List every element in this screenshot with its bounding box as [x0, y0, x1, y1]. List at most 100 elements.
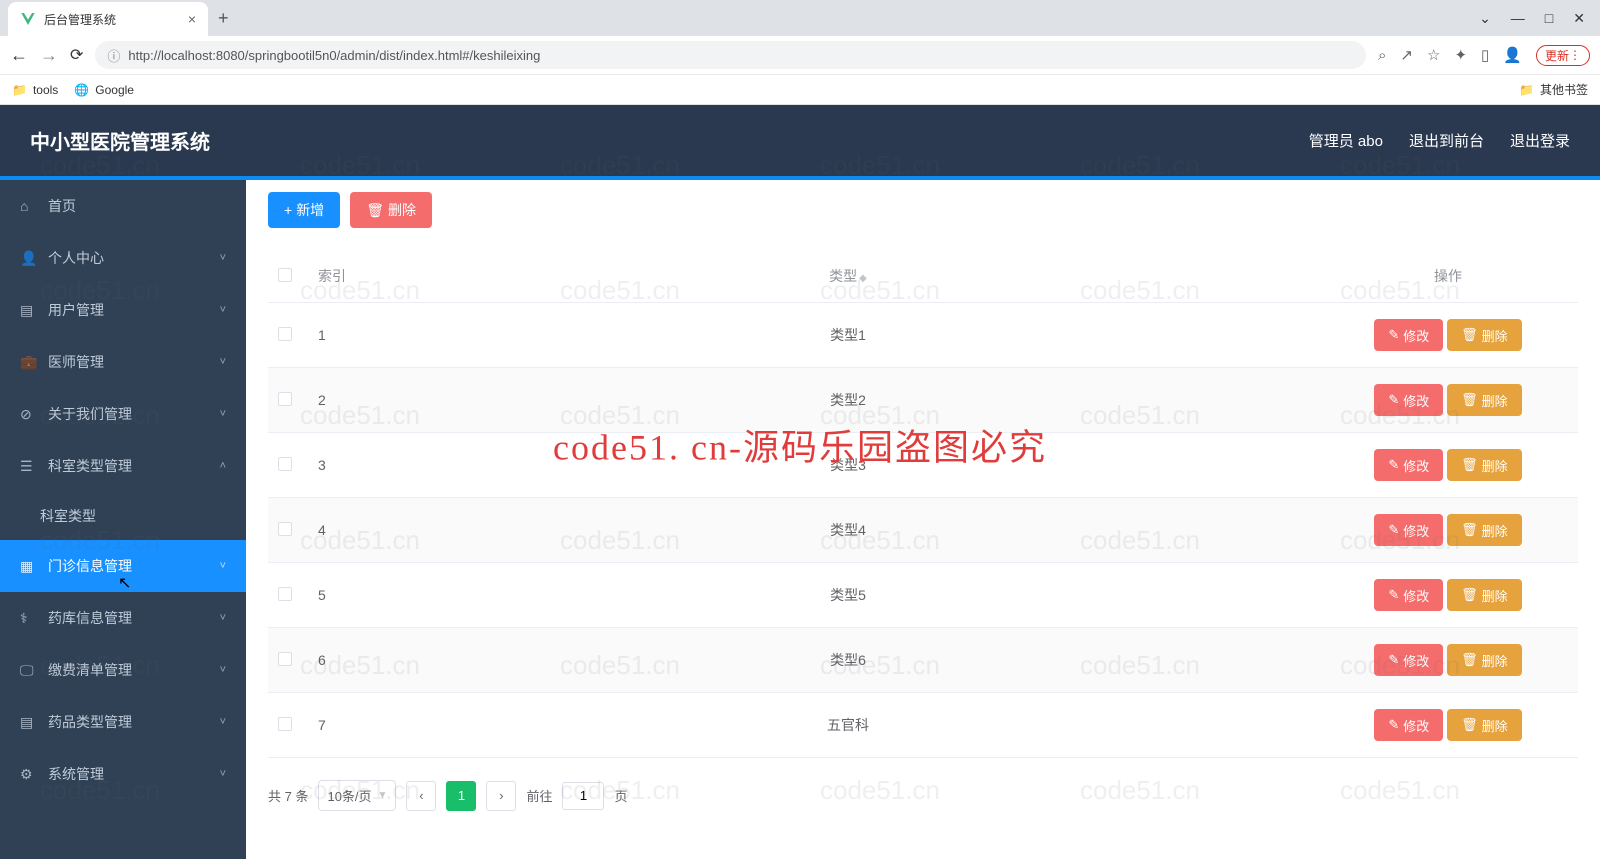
sidebar-item-缴费清单管理[interactable]: 🖵 缴费清单管理 ˅: [0, 644, 246, 696]
sidebar-item-首页[interactable]: ⌂ 首页: [0, 180, 246, 232]
sidebar-item-药库信息管理[interactable]: ⚕ 药库信息管理 ˅: [0, 592, 246, 644]
cell-index: 5: [308, 563, 378, 628]
share-icon[interactable]: ↗: [1400, 46, 1413, 64]
back-icon[interactable]: ←: [10, 45, 28, 66]
forward-icon: →: [40, 45, 58, 66]
sidebar-item-门诊信息管理[interactable]: ▦ 门诊信息管理 ˅: [0, 540, 246, 592]
chevron-down-icon: ˅: [220, 304, 226, 316]
close-icon[interactable]: ×: [188, 11, 196, 27]
chevron-up-icon: ˄: [220, 460, 226, 472]
bookmark-other[interactable]: 📁 其他书签: [1519, 81, 1588, 98]
info-icon[interactable]: ⓘ: [107, 46, 120, 65]
app-title: 中小型医院管理系统: [30, 126, 210, 155]
update-button[interactable]: 更新 ⋮: [1536, 45, 1590, 66]
cell-index: 6: [308, 628, 378, 693]
bars-icon: ▤: [20, 302, 36, 319]
row-checkbox[interactable]: [278, 522, 292, 536]
reload-icon[interactable]: ⟳: [70, 45, 83, 65]
row-checkbox[interactable]: [278, 392, 292, 406]
row-delete-button[interactable]: 🗑 删除: [1447, 644, 1522, 676]
table-row: 3 类型3 ✎ 修改 🗑 删除: [268, 433, 1578, 498]
sidebar-item-label: 药库信息管理: [48, 608, 132, 628]
trash-icon: 🗑: [1461, 392, 1478, 408]
address-bar: ← → ⟳ ⓘ http://localhost:8080/springboot…: [0, 36, 1600, 74]
folder-icon: 📁: [12, 83, 27, 97]
sidebar-item-用户管理[interactable]: ▤ 用户管理 ˅: [0, 284, 246, 336]
sidebar-item-label: 用户管理: [48, 300, 104, 320]
edit-icon: ✎: [1388, 392, 1399, 408]
row-checkbox[interactable]: [278, 587, 292, 601]
row-delete-button[interactable]: 🗑 删除: [1447, 709, 1522, 741]
sidebar-item-医师管理[interactable]: 💼 医师管理 ˅: [0, 336, 246, 388]
row-delete-button[interactable]: 🗑 删除: [1447, 514, 1522, 546]
chevron-down-icon[interactable]: ⌄: [1479, 10, 1491, 27]
chevron-down-icon: ˅: [220, 560, 226, 572]
close-window-icon[interactable]: ✕: [1573, 10, 1585, 27]
row-delete-button[interactable]: 🗑 删除: [1447, 384, 1522, 416]
user-icon: 👤: [20, 250, 36, 267]
edit-button[interactable]: ✎ 修改: [1374, 709, 1443, 741]
row-checkbox[interactable]: [278, 717, 292, 731]
sidebar-item-系统管理[interactable]: ⚙ 系统管理 ˅: [0, 748, 246, 800]
minimize-icon[interactable]: —: [1511, 10, 1525, 27]
edit-button[interactable]: ✎ 修改: [1374, 319, 1443, 351]
edit-button[interactable]: ✎ 修改: [1374, 449, 1443, 481]
table-row: 4 类型4 ✎ 修改 🗑 删除: [268, 498, 1578, 563]
star-icon[interactable]: ☆: [1427, 46, 1440, 64]
edit-button[interactable]: ✎ 修改: [1374, 579, 1443, 611]
chevron-down-icon: ˅: [220, 252, 226, 264]
goto-input[interactable]: [562, 782, 604, 810]
sidebar-subitem-科室类型[interactable]: 科室类型: [0, 492, 246, 540]
browser-tab[interactable]: 后台管理系统 ×: [8, 2, 208, 36]
row-delete-button[interactable]: 🗑 删除: [1447, 579, 1522, 611]
sidebar-item-关于我们管理[interactable]: ⊘ 关于我们管理 ˅: [0, 388, 246, 440]
trash-icon: 🗑: [1461, 587, 1478, 603]
select-all-checkbox[interactable]: [278, 268, 292, 282]
bookmark-tools[interactable]: 📁 tools: [12, 83, 58, 97]
row-checkbox[interactable]: [278, 327, 292, 341]
new-tab-button[interactable]: +: [218, 8, 229, 29]
page-1-button[interactable]: 1: [446, 781, 476, 811]
bookmark-google[interactable]: 🌐 Google: [74, 83, 134, 97]
chevron-down-icon: ˅: [220, 664, 226, 676]
logout-button[interactable]: 退出登录: [1510, 130, 1570, 151]
sidebar-item-科室类型管理[interactable]: ☰ 科室类型管理 ˄: [0, 440, 246, 492]
trash-icon: 🗑: [1461, 327, 1478, 343]
sidebar-item-label: 医师管理: [48, 352, 104, 372]
prev-page-button[interactable]: ‹: [406, 781, 436, 811]
edit-icon: ✎: [1388, 652, 1399, 668]
content-area: + 新增 🗑 删除 索引 类型◆: [246, 180, 1600, 859]
profile-icon[interactable]: 👤: [1503, 46, 1522, 64]
add-button[interactable]: + 新增: [268, 192, 340, 228]
sort-icon[interactable]: ◆: [859, 273, 867, 284]
home-icon: ⌂: [20, 198, 36, 214]
row-delete-button[interactable]: 🗑 删除: [1447, 449, 1522, 481]
sidebar-item-label: 缴费清单管理: [48, 660, 132, 680]
row-checkbox[interactable]: [278, 652, 292, 666]
chevron-down-icon: ˅: [220, 356, 226, 368]
user-label[interactable]: 管理员 abo: [1309, 130, 1383, 151]
row-checkbox[interactable]: [278, 457, 292, 471]
exit-front-button[interactable]: 退出到前台: [1409, 130, 1484, 151]
edit-button[interactable]: ✎ 修改: [1374, 644, 1443, 676]
sidebar-item-个人中心[interactable]: 👤 个人中心 ˅: [0, 232, 246, 284]
extensions-icon[interactable]: ✦: [1454, 46, 1467, 64]
cell-type: 类型2: [378, 368, 1318, 433]
sidebar-item-药品类型管理[interactable]: ▤ 药品类型管理 ˅: [0, 696, 246, 748]
edit-button[interactable]: ✎ 修改: [1374, 514, 1443, 546]
maximize-icon[interactable]: □: [1545, 10, 1553, 27]
col-index[interactable]: 索引: [308, 250, 378, 303]
col-type[interactable]: 类型◆: [378, 250, 1318, 303]
chevron-down-icon: ˅: [220, 716, 226, 728]
pagination: 共 7 条 10条/页 ▼ ‹ 1 › 前往 页: [246, 768, 1600, 823]
url-input[interactable]: ⓘ http://localhost:8080/springbootil5n0/…: [95, 41, 1366, 69]
panel-icon[interactable]: ▯: [1481, 46, 1489, 64]
next-page-button[interactable]: ›: [486, 781, 516, 811]
delete-button[interactable]: 🗑 删除: [350, 192, 432, 228]
sidebar-item-label: 个人中心: [48, 248, 104, 268]
page-size-select[interactable]: 10条/页 ▼: [318, 780, 396, 811]
edit-button[interactable]: ✎ 修改: [1374, 384, 1443, 416]
key-icon[interactable]: ⌕: [1378, 47, 1386, 64]
toolbar: + 新增 🗑 删除: [246, 180, 1600, 240]
row-delete-button[interactable]: 🗑 删除: [1447, 319, 1522, 351]
